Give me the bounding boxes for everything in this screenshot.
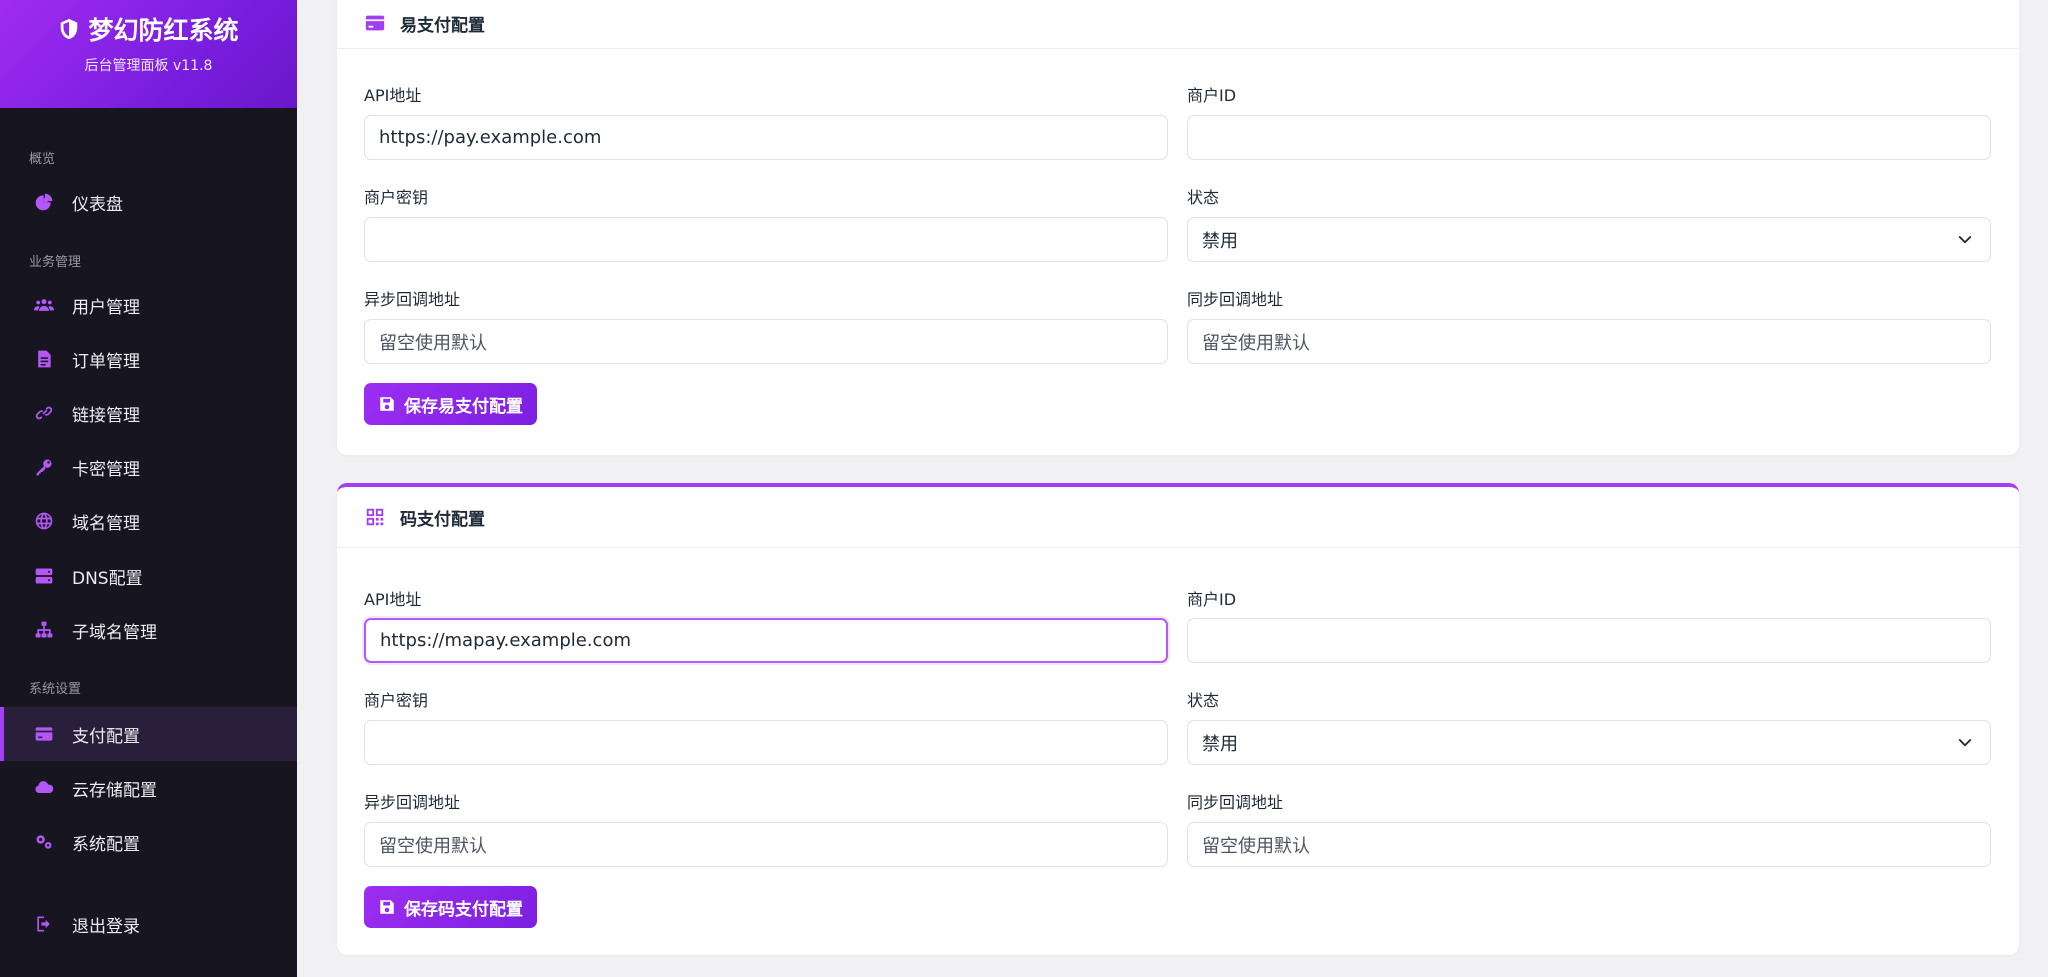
nav-section-system: 系统设置 <box>29 682 82 697</box>
logout-button[interactable]: 退出登录 <box>0 897 297 951</box>
sidebar-item-orders[interactable]: 订单管理 <box>0 332 297 386</box>
sidebar-item-label: 订单管理 <box>72 351 140 372</box>
sidebar-item-label: 域名管理 <box>72 513 140 534</box>
mapay-config-card: 码支付配置 API地址 https://mapay.example.com 商户… <box>337 483 2019 955</box>
merchant-id-label: 商户ID <box>1187 86 1237 105</box>
epay-config-card: 易支付配置 API地址 https://pay.example.com 商户ID… <box>337 0 2019 455</box>
merchant-id-input[interactable] <box>1187 115 1991 160</box>
server-icon <box>34 566 54 586</box>
cogs-icon <box>34 832 54 852</box>
notify-url-label: 异步回调地址 <box>364 793 461 812</box>
sidebar-item-cardkeys[interactable]: 卡密管理 <box>0 440 297 494</box>
card-title: 易支付配置 <box>400 15 485 36</box>
link-icon <box>34 403 54 423</box>
file-icon <box>34 349 54 369</box>
return-url-label: 同步回调地址 <box>1187 290 1284 309</box>
sidebar-item-label: 用户管理 <box>72 297 140 318</box>
save-epay-button[interactable]: 保存易支付配置 <box>364 383 537 425</box>
save-icon <box>380 900 394 914</box>
sidebar: 梦幻防红系统 后台管理面板 v11.8 概览 仪表盘 业务管理 用户管理 订单管… <box>0 0 297 977</box>
sidebar-item-label: 子域名管理 <box>72 622 157 643</box>
chevron-down-icon <box>1958 739 1972 747</box>
save-epay-label: 保存易支付配置 <box>404 396 523 417</box>
status-label: 状态 <box>1187 188 1220 207</box>
sidebar-item-label: 云存储配置 <box>72 780 157 801</box>
save-mapay-button[interactable]: 保存码支付配置 <box>364 886 537 928</box>
api-url-label: API地址 <box>364 590 422 609</box>
sidebar-item-system[interactable]: 系统配置 <box>0 815 297 869</box>
notify-url-label: 异步回调地址 <box>364 290 461 309</box>
key-icon <box>34 457 54 477</box>
merchant-key-label: 商户密钥 <box>364 188 429 207</box>
brand-subtitle: 后台管理面板 v11.8 <box>84 58 213 74</box>
sidebar-item-dns[interactable]: DNS配置 <box>0 549 297 603</box>
qrcode-icon <box>364 506 386 528</box>
brand-title: 梦幻防红系统 <box>58 11 239 47</box>
api-url-label: API地址 <box>364 86 422 105</box>
status-selected-value: 禁用 <box>1202 230 1238 252</box>
status-select[interactable]: 禁用 <box>1187 720 1991 765</box>
sitemap-icon <box>34 620 54 640</box>
cloud-icon <box>34 778 54 798</box>
merchant-key-label: 商户密钥 <box>364 691 429 710</box>
sidebar-item-cloud-storage[interactable]: 云存储配置 <box>0 761 297 815</box>
return-url-input[interactable]: 留空使用默认 <box>1187 822 1991 867</box>
brand-header: 梦幻防红系统 后台管理面板 v11.8 <box>0 0 297 108</box>
nav-section-overview: 概览 <box>29 152 56 167</box>
merchant-key-input[interactable] <box>364 217 1168 262</box>
sidebar-item-domains[interactable]: 域名管理 <box>0 494 297 548</box>
card-title: 码支付配置 <box>400 509 485 530</box>
globe-icon <box>34 511 54 531</box>
notify-url-input[interactable]: 留空使用默认 <box>364 319 1168 364</box>
notify-url-input[interactable]: 留空使用默认 <box>364 822 1168 867</box>
sidebar-item-subdomains[interactable]: 子域名管理 <box>0 603 297 657</box>
api-url-input[interactable]: https://mapay.example.com <box>364 618 1168 663</box>
sidebar-item-links[interactable]: 链接管理 <box>0 386 297 440</box>
sidebar-item-users[interactable]: 用户管理 <box>0 278 297 332</box>
sidebar-item-payment[interactable]: 支付配置 <box>0 707 297 761</box>
sidebar-item-label: 系统配置 <box>72 834 140 855</box>
shield-icon <box>58 18 80 40</box>
status-selected-value: 禁用 <box>1202 733 1238 755</box>
save-mapay-label: 保存码支付配置 <box>404 899 523 920</box>
save-icon <box>380 397 394 411</box>
status-label: 状态 <box>1187 691 1220 710</box>
sidebar-item-label: 链接管理 <box>72 405 140 426</box>
chart-pie-icon <box>34 192 54 212</box>
sidebar-item-label: 仪表盘 <box>72 194 123 215</box>
brand-name: 梦幻防红系统 <box>88 16 239 45</box>
return-url-label: 同步回调地址 <box>1187 793 1284 812</box>
sidebar-item-label: 支付配置 <box>72 726 140 747</box>
epay-card-header: 易支付配置 <box>337 0 2019 49</box>
sidebar-item-dashboard[interactable]: 仪表盘 <box>0 175 297 229</box>
nav-section-business: 业务管理 <box>29 255 82 270</box>
chevron-down-icon <box>1958 236 1972 244</box>
status-select[interactable]: 禁用 <box>1187 217 1991 262</box>
credit-card-icon <box>364 12 386 34</box>
sidebar-item-label: DNS配置 <box>72 568 143 589</box>
merchant-key-input[interactable] <box>364 720 1168 765</box>
api-url-input[interactable]: https://pay.example.com <box>364 115 1168 160</box>
logout-label: 退出登录 <box>72 916 140 937</box>
sidebar-item-label: 卡密管理 <box>72 459 140 480</box>
credit-card-icon <box>34 724 54 744</box>
mapay-card-header: 码支付配置 <box>337 487 2019 548</box>
users-icon <box>34 295 54 315</box>
merchant-id-label: 商户ID <box>1187 590 1237 609</box>
sign-out-icon <box>34 914 54 934</box>
merchant-id-input[interactable] <box>1187 618 1991 663</box>
return-url-input[interactable]: 留空使用默认 <box>1187 319 1991 364</box>
